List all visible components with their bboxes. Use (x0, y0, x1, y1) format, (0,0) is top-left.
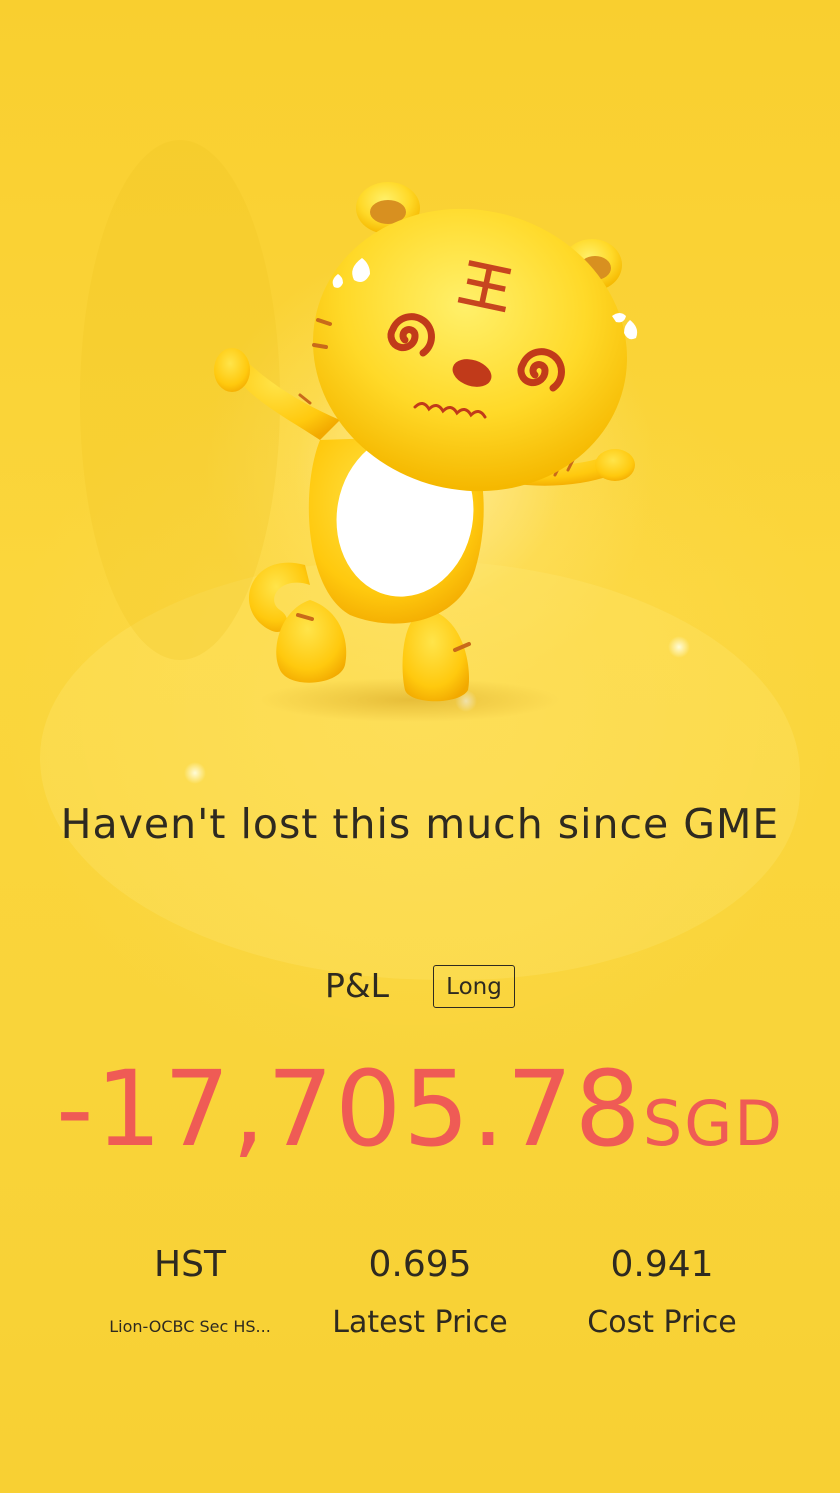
cost-price-label: Cost Price (587, 1305, 737, 1340)
headline-message: Haven't lost this much since GME (60, 800, 780, 848)
latest-price-stat: 0.695 Latest Price (310, 1244, 530, 1340)
pnl-header: P&L Long (0, 964, 840, 1012)
pnl-label: P&L (325, 966, 390, 1005)
latest-price-value: 0.695 (368, 1244, 472, 1285)
sparkle (668, 636, 690, 658)
stock-info: HST Lion-OCBC Sec HS... (80, 1244, 300, 1336)
pnl-currency: SGD (642, 1087, 784, 1160)
sparkle (184, 762, 206, 784)
cost-price-stat: 0.941 Cost Price (552, 1244, 772, 1340)
stock-symbol: HST (154, 1244, 226, 1285)
latest-price-label: Latest Price (332, 1305, 508, 1340)
tiger-mascot-illustration: 王 (210, 170, 650, 730)
cost-price-value: 0.941 (610, 1244, 714, 1285)
pnl-amount: -17,705.78SGD (0, 1048, 840, 1170)
pnl-value: -17,705.78 (56, 1048, 643, 1170)
stock-stats: HST Lion-OCBC Sec HS... 0.695 Latest Pri… (0, 1244, 840, 1364)
position-badge: Long (433, 965, 515, 1008)
stock-name: Lion-OCBC Sec HS... (109, 1317, 271, 1336)
